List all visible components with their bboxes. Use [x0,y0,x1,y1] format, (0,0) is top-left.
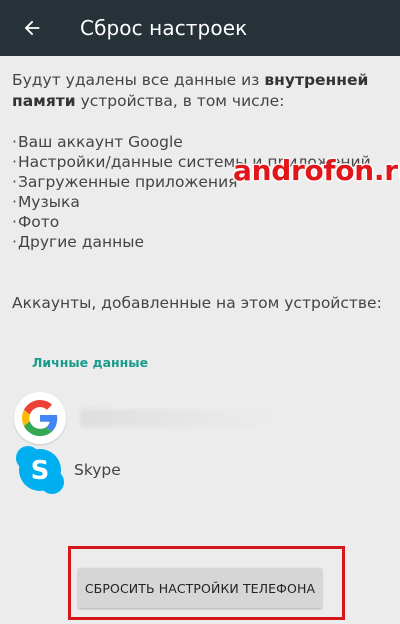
account-label-skype: Skype [74,461,121,479]
list-item: Фото [12,212,392,232]
list-item: Ваш аккаунт Google [12,132,392,152]
app-bar: Сброс настроек [0,0,400,56]
back-button[interactable] [0,0,64,56]
account-row-skype: S Skype [14,444,394,496]
svg-text:S: S [31,456,50,486]
warning-text-start: Будут удалены все данные из [12,71,265,89]
list-item: Другие данные [12,232,392,252]
watermark: androfon.ru [233,154,400,187]
reset-phone-button[interactable]: СБРОСИТЬ НАСТРОЙКИ ТЕЛЕФОНА [78,568,322,608]
arrow-left-icon [24,20,40,36]
data-list: Ваш аккаунт Google Настройки/данные сист… [12,132,392,252]
account-email-blurred [80,409,280,427]
section-header-personal: Личные данные [32,355,149,370]
warning-text-end: устройства, в том числе: [75,92,285,110]
list-item: Музыка [12,192,392,212]
warning-text: Будут удалены все данные из внутренней п… [12,70,392,112]
accounts-note: Аккаунты, добавленные на этом устройстве… [12,294,382,312]
google-icon [14,392,66,444]
account-row-google [14,392,394,444]
skype-icon: S [14,444,66,496]
page-title: Сброс настроек [80,16,248,40]
